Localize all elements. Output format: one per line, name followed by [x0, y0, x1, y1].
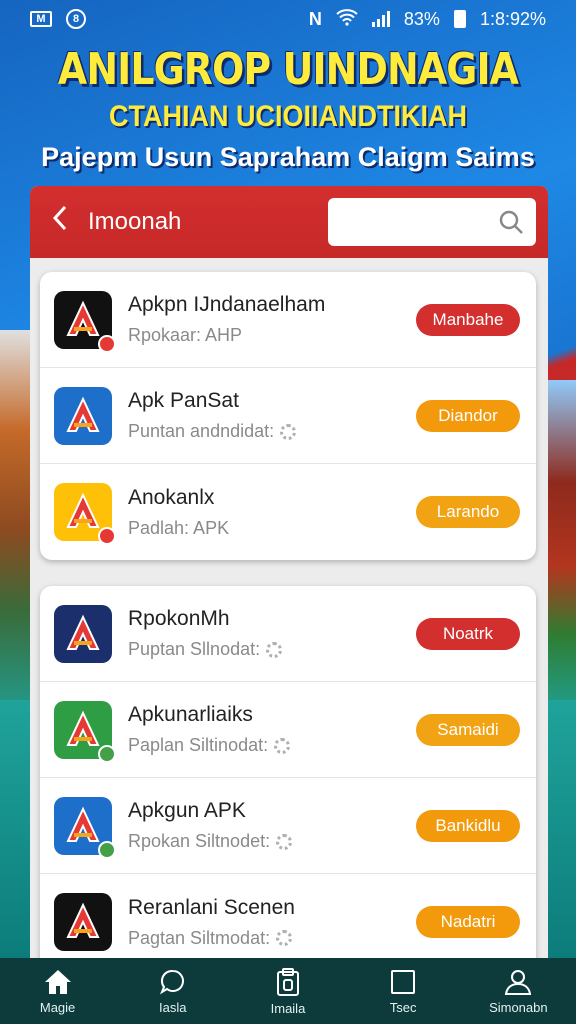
- back-button[interactable]: [52, 205, 88, 239]
- green-a-logo-icon: [54, 700, 116, 763]
- app-card-top: Apkpn IJndanaelham Rpokaar: AHP Manbahe Apk…: [40, 272, 536, 560]
- red-a-logo-icon: [54, 290, 116, 353]
- ak-logo-icon: [54, 893, 112, 951]
- mail-notification-icon: M: [30, 11, 52, 27]
- home-icon: [44, 969, 71, 994]
- app-subtitle-row: Puntan andndidat:: [128, 421, 416, 442]
- wifi-icon: [336, 8, 358, 31]
- nav-label: Imaila: [270, 1000, 306, 1016]
- gear-icon: [276, 833, 293, 850]
- app-subtitle-row: Puptan Sllnodat:: [128, 639, 416, 660]
- nav-label: Magie: [39, 999, 76, 1015]
- gear-icon: [266, 641, 283, 658]
- download-button[interactable]: Bankidlu: [416, 809, 520, 842]
- app-name: Apk PanSat: [128, 389, 239, 412]
- status-bar: M 8 N 83% 1:8:92%: [0, 0, 576, 38]
- gear-icon: [274, 737, 291, 754]
- app-subtitle-row: Padlah: APK: [128, 518, 416, 539]
- app-list-item[interactable]: Apk PanSat Puntan andndidat: Diandor: [40, 368, 536, 464]
- app-list-panel: Imoonah Apkpn IJndanaelham Rpokaar: AHP Ma…: [30, 186, 548, 966]
- search-icon[interactable]: [498, 209, 524, 235]
- app-card-bottom: RpokonMh Puptan Sllnodat: Noatrk Apkunarlia…: [40, 586, 536, 966]
- nav-label: Iasla: [159, 999, 187, 1015]
- app-subtitle: Rpokaar: AHP: [128, 325, 243, 345]
- app-name: Apkgun APK: [128, 799, 246, 822]
- search-input[interactable]: [328, 198, 536, 246]
- app-info: Anokanlx Padlah: APK: [112, 486, 416, 539]
- app-bar: Imoonah: [30, 186, 548, 258]
- app-name: RpokonMh: [128, 607, 230, 630]
- app-subtitle: Padlah: APK: [128, 517, 230, 538]
- app-name: Apkunarliaiks: [128, 703, 253, 726]
- download-button[interactable]: Manbahe: [416, 303, 520, 336]
- emblem-logo-icon: [54, 483, 116, 545]
- download-button[interactable]: Diandor: [416, 399, 520, 432]
- nav-clipboard[interactable]: Imaila: [238, 967, 338, 1016]
- status-badge: [98, 334, 116, 353]
- battery-icon: [453, 10, 466, 28]
- app-notification-icon: 8: [66, 9, 86, 29]
- banner-subtitle: CTAHIAN UCIOIIANDTIKIAH: [109, 100, 467, 133]
- nav-label: Tsec: [389, 999, 417, 1015]
- profile-icon: [505, 969, 532, 995]
- app-list-item[interactable]: Apkgun APK Rpokan Siltnodet: Bankidlu: [40, 778, 536, 874]
- app-subtitle-row: Paplan Siltinodat:: [128, 735, 416, 756]
- square-icon: [391, 969, 416, 994]
- download-button[interactable]: Samaidi: [416, 713, 520, 746]
- app-subtitle: Rpokan Siltnodet:: [128, 831, 271, 851]
- status-badge: [98, 840, 116, 859]
- app-name: Apkpn IJndanaelham: [128, 293, 326, 316]
- status-badge: [98, 527, 116, 545]
- gear-icon: [276, 930, 293, 946]
- app-info: Apkgun APK Rpokan Siltnodet:: [112, 799, 416, 852]
- app-subtitle-row: Rpokan Siltnodet:: [128, 831, 416, 852]
- app-list-item[interactable]: Anokanlx Padlah: APK Larando: [40, 464, 536, 560]
- app-subtitle: Puptan Sllnodat:: [128, 639, 261, 659]
- app-subtitle-row: Pagtan Siltmodat:: [128, 928, 416, 949]
- clipboard-icon: [276, 967, 299, 996]
- app-list-item[interactable]: Apkpn IJndanaelham Rpokaar: AHP Manbahe: [40, 272, 536, 368]
- signal-icon: [371, 11, 390, 27]
- banner-tagline: Pajepm Usun Sapraham Claigm Saims: [41, 142, 535, 172]
- chat-icon: [159, 969, 184, 994]
- battery-percent: 83%: [403, 8, 440, 29]
- clock: 1:8:92%: [479, 8, 546, 29]
- app-name: Reranlani Scenen: [128, 895, 295, 919]
- crest-logo-icon: [54, 604, 112, 663]
- red-a-blue-logo-icon: [54, 796, 116, 859]
- app-info: Reranlani Scenen Pagtan Siltmodat:: [112, 896, 416, 949]
- app-list-item[interactable]: RpokonMh Puptan Sllnodat: Noatrk: [40, 586, 536, 682]
- nav-square[interactable]: Tsec: [353, 968, 453, 1015]
- nav-label: Simonabn: [489, 999, 548, 1015]
- chevron-left-icon: [52, 205, 67, 231]
- app-info: RpokonMh Puptan Sllnodat:: [112, 607, 416, 660]
- download-button[interactable]: Larando: [416, 496, 520, 528]
- app-list-item[interactable]: Reranlani Scenen Pagtan Siltmodat: Nadatri: [40, 874, 536, 966]
- app-info: Apkunarliaiks Paplan Siltinodat:: [112, 703, 416, 756]
- app-name: Anokanlx: [128, 485, 215, 509]
- app-list-item[interactable]: Apkunarliaiks Paplan Siltinodat: Samaidi: [40, 682, 536, 778]
- orange-a-logo-icon: [54, 386, 112, 445]
- app-subtitle: Paplan Siltinodat:: [128, 735, 269, 755]
- app-subtitle-row: Rpokaar: AHP: [128, 325, 416, 346]
- bottom-navigation: Magie Iasla Imaila Tsec Simonabn: [0, 958, 576, 1024]
- nav-profile[interactable]: Simonabn: [468, 968, 568, 1015]
- app-info: Apk PanSat Puntan andndidat:: [112, 389, 416, 442]
- nfc-icon: N: [308, 8, 322, 29]
- download-button[interactable]: Noatrk: [416, 617, 520, 650]
- nav-chat[interactable]: Iasla: [123, 968, 223, 1015]
- app-subtitle: Pagtan Siltmodat:: [128, 927, 271, 948]
- download-button[interactable]: Nadatri: [416, 906, 520, 938]
- app-info: Apkpn IJndanaelham Rpokaar: AHP: [112, 293, 416, 346]
- nav-home[interactable]: Magie: [8, 968, 108, 1015]
- app-bar-title: Imoonah: [88, 208, 182, 235]
- app-subtitle: Puntan andndidat:: [128, 421, 275, 441]
- banner-title: ANILGROP UINDNAGIA: [57, 44, 519, 95]
- status-badge: [98, 744, 116, 763]
- gear-icon: [280, 423, 297, 440]
